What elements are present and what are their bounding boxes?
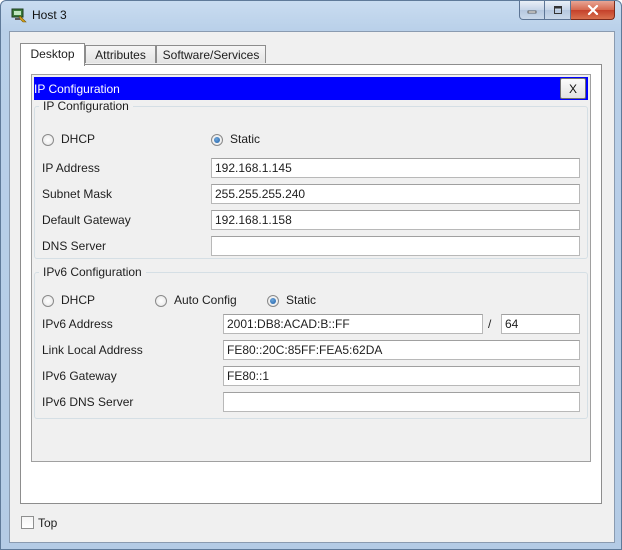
- ipv4-dhcp-label: DHCP: [61, 132, 96, 146]
- ipv6-address-label: IPv6 Address: [42, 317, 113, 331]
- ipv6-address-input[interactable]: 2001:DB8:ACAD:B::FF: [223, 314, 483, 334]
- ipv6-gateway-input[interactable]: FE80::1: [223, 366, 580, 386]
- ipv4-dhcp-radio[interactable]: [42, 134, 54, 146]
- default-gateway-label: Default Gateway: [42, 213, 131, 227]
- ipv6-prefix-separator: /: [488, 317, 492, 331]
- dns-server-input[interactable]: [211, 236, 580, 256]
- ip-configuration-window: IP Configuration X IP Configuration DHCP…: [31, 74, 591, 462]
- ipv4-static-label: Static: [230, 132, 261, 146]
- close-icon: [587, 5, 598, 15]
- minimize-icon: [527, 10, 537, 14]
- ipv6-dhcp-label: DHCP: [61, 293, 96, 307]
- ipv6-prefix-length-input[interactable]: 64: [501, 314, 580, 334]
- link-local-address-label: Link Local Address: [42, 343, 143, 357]
- window-client-area: Desktop Attributes Software/Services IP …: [9, 31, 615, 543]
- ip-configuration-header-title: IP Configuration: [34, 82, 120, 96]
- maximize-icon: [553, 6, 562, 14]
- ipv4-config-group: IP Configuration: [34, 99, 588, 259]
- maximize-button[interactable]: [545, 1, 571, 20]
- ipv6-static-radio[interactable]: [267, 295, 279, 307]
- application-window: Host 3 Desktop Attributes Software/Servi…: [0, 0, 622, 550]
- desktop-tab-panel: IP Configuration X IP Configuration DHCP…: [20, 64, 602, 504]
- tab-attributes[interactable]: Attributes: [85, 45, 156, 63]
- ip-address-label: IP Address: [42, 161, 100, 175]
- tab-software-services[interactable]: Software/Services: [156, 45, 266, 63]
- ipv6-auto-config-radio[interactable]: [155, 295, 167, 307]
- ipv6-gateway-label: IPv6 Gateway: [42, 369, 117, 383]
- top-checkbox-label: Top: [38, 516, 58, 530]
- ipv6-dns-server-label: IPv6 DNS Server: [42, 395, 134, 409]
- ipv6-auto-config-label: Auto Config: [174, 293, 237, 307]
- close-ip-configuration-button[interactable]: X: [560, 78, 586, 99]
- top-checkbox[interactable]: [21, 516, 34, 529]
- default-gateway-input[interactable]: 192.168.1.158: [211, 210, 580, 230]
- tab-desktop[interactable]: Desktop: [20, 43, 85, 66]
- subnet-mask-label: Subnet Mask: [42, 187, 113, 201]
- title-bar[interactable]: Host 3: [1, 1, 621, 29]
- caption-buttons: [519, 1, 615, 21]
- ip-address-input[interactable]: 192.168.1.145: [211, 158, 580, 178]
- close-button[interactable]: [571, 1, 615, 20]
- ipv6-dns-server-input[interactable]: [223, 392, 580, 412]
- window-title: Host 3: [32, 8, 67, 22]
- ip-configuration-header: IP Configuration X: [34, 77, 588, 100]
- ipv6-static-label: Static: [286, 293, 317, 307]
- minimize-button[interactable]: [519, 1, 545, 20]
- dns-server-label: DNS Server: [42, 239, 107, 253]
- ipv6-dhcp-radio[interactable]: [42, 295, 54, 307]
- ipv6-group-legend: IPv6 Configuration: [43, 265, 142, 279]
- packet-tracer-host-icon: [11, 8, 27, 23]
- bottom-bar: Top: [10, 504, 614, 542]
- ipv4-static-radio[interactable]: [211, 134, 223, 146]
- ipv4-group-legend: IP Configuration: [43, 99, 129, 113]
- subnet-mask-input[interactable]: 255.255.255.240: [211, 184, 580, 204]
- link-local-address-input[interactable]: FE80::20C:85FF:FEA5:62DA: [223, 340, 580, 360]
